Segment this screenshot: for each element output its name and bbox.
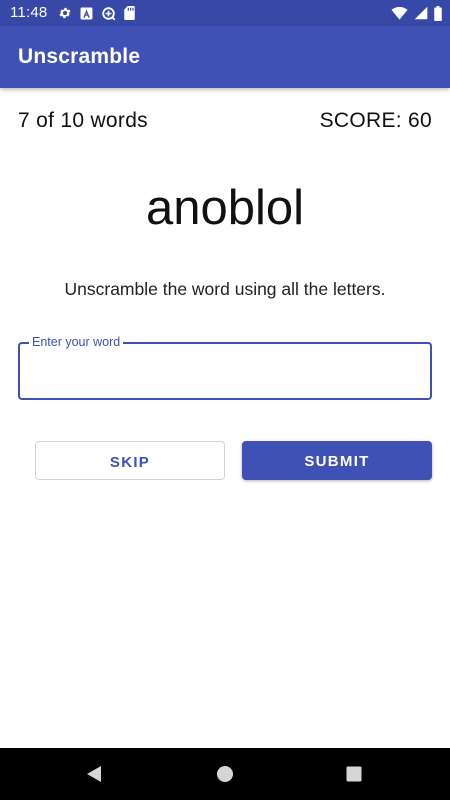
status-system-icons [391,5,442,21]
status-bar: 11:48 [0,0,450,26]
navigation-bar [0,748,450,800]
wifi-icon [391,6,408,20]
word-input[interactable] [32,358,416,386]
recents-icon[interactable] [338,758,370,790]
data-saver-icon [101,6,116,21]
word-count: 7 of 10 words [18,109,148,132]
a-badge-icon [80,7,93,20]
app-bar: Unscramble [0,26,450,88]
word-text-field[interactable]: Enter your word [18,334,432,400]
battery-icon [434,5,442,21]
back-icon[interactable] [78,758,110,790]
cell-signal-icon [414,6,428,20]
app-screen: 11:48 Unscramble 7 of 10 words SCORE: 60… [0,0,450,800]
skip-button[interactable]: SKIP [35,441,225,480]
instructions: Unscramble the word using all the letter… [64,279,386,299]
status-time: 11:48 [10,4,48,21]
score: SCORE: 60 [319,109,432,132]
sd-card-icon [124,6,135,20]
gear-icon [58,6,72,20]
scrambled-word: anoblol [145,181,305,235]
home-icon[interactable] [209,758,241,790]
submit-button[interactable]: SUBMIT [242,441,432,480]
status-notification-icons [58,5,135,21]
word-field-label: Enter your word [29,334,124,350]
app-title: Unscramble [18,45,141,68]
